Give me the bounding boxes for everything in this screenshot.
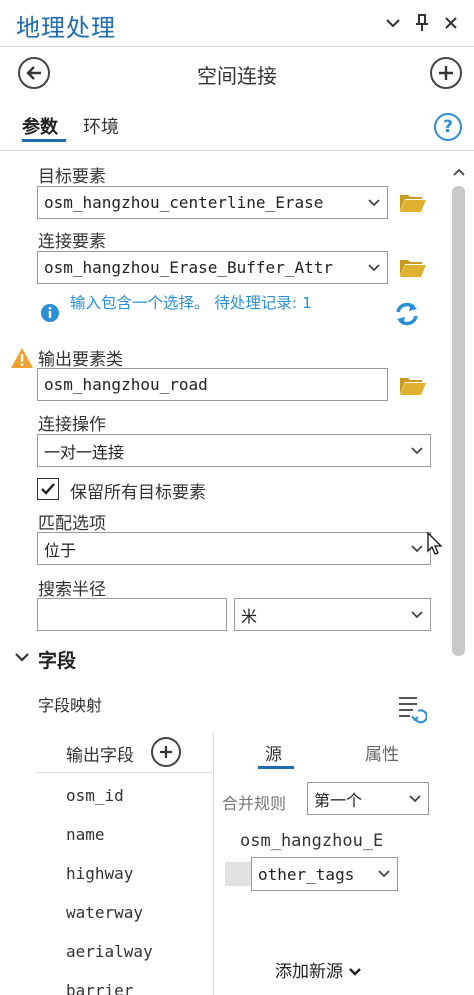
divider [0, 150, 474, 151]
close-icon[interactable] [440, 10, 462, 36]
checkmark-icon [41, 483, 55, 495]
join-operation-value: 一对一连接 [44, 442, 125, 462]
add-new-source-label: 添加新源 [275, 962, 343, 982]
tab-parameters[interactable]: 参数 [22, 113, 58, 139]
merge-rule-label: 合并规则 [222, 794, 287, 813]
merge-rule-value: 第一个 [314, 790, 363, 810]
selection-info-text: 输入包含一个选择。 待处理记录: 1 [70, 294, 312, 312]
column-divider [213, 733, 214, 995]
chevron-down-icon [349, 968, 362, 976]
join-features-select[interactable]: osm_hangzhou_Erase_Buffer_Attr [37, 251, 388, 284]
match-option-select[interactable]: 位于 [37, 532, 431, 565]
chevron-down-icon [368, 199, 380, 207]
match-option-label: 匹配选项 [38, 514, 106, 534]
output-fields-header: 输出字段 [66, 746, 134, 766]
row-divider [37, 772, 213, 773]
tab-environments[interactable]: 环境 [83, 113, 119, 139]
chevron-down-icon [411, 611, 423, 619]
output-field-item[interactable]: name [66, 825, 105, 844]
refresh-icon[interactable] [393, 300, 421, 332]
output-feature-class-label: 输出要素类 [38, 350, 123, 370]
merge-rule-select[interactable]: 第一个 [307, 782, 429, 815]
scrollbar-thumb[interactable] [452, 186, 465, 656]
tab-properties[interactable]: 属性 [365, 740, 399, 765]
output-field-item[interactable]: highway [66, 864, 133, 883]
search-radius-input[interactable] [37, 598, 227, 631]
folder-open-icon[interactable] [399, 374, 427, 400]
tab-active-indicator [258, 766, 294, 769]
keep-all-label: 保留所有目标要素 [70, 483, 206, 503]
chevron-down-icon [368, 264, 380, 272]
add-button[interactable] [430, 57, 462, 89]
folder-open-icon[interactable] [399, 256, 427, 282]
warning-icon [10, 347, 34, 373]
output-feature-class-value: osm_hangzhou_road [44, 375, 208, 394]
join-features-value: osm_hangzhou_Erase_Buffer_Attr [44, 258, 333, 277]
tool-title: 空间连接 [197, 64, 277, 88]
fields-section-title[interactable]: 字段 [38, 646, 76, 673]
plus-icon [439, 66, 453, 80]
search-radius-unit-value: 米 [241, 606, 258, 626]
output-field-item[interactable]: barrier [66, 981, 133, 995]
add-new-source-button[interactable]: 添加新源 [275, 957, 362, 982]
search-radius-label: 搜索半径 [38, 580, 106, 600]
field-map-options-icon[interactable] [397, 694, 428, 728]
target-features-label: 目标要素 [38, 167, 106, 187]
tab-source[interactable]: 源 [265, 740, 282, 765]
help-icon[interactable]: ? [434, 113, 462, 141]
join-features-label: 连接要素 [38, 232, 106, 252]
tab-active-indicator [22, 139, 66, 142]
output-field-item[interactable]: osm_id [66, 786, 124, 805]
join-operation-label: 连接操作 [38, 415, 106, 435]
source-field-select[interactable]: other_tags [251, 857, 398, 891]
join-operation-select[interactable]: 一对一连接 [37, 434, 431, 467]
chevron-down-icon [411, 545, 423, 553]
search-radius-unit-select[interactable]: 米 [234, 598, 431, 631]
keep-all-checkbox[interactable] [37, 478, 59, 500]
source-field-handle[interactable] [225, 862, 251, 886]
scroll-up-icon[interactable] [452, 162, 466, 181]
mouse-cursor-icon [426, 531, 444, 560]
source-name[interactable]: osm_hangzhou_E [240, 831, 383, 851]
field-map-label: 字段映射 [38, 696, 103, 715]
chevron-down-icon [411, 447, 423, 455]
add-field-button[interactable] [151, 737, 181, 767]
output-field-item[interactable]: waterway [66, 903, 143, 922]
chevron-down-icon [378, 870, 390, 878]
target-features-select[interactable]: osm_hangzhou_centerline_Erase [37, 186, 388, 219]
pin-icon[interactable] [411, 10, 433, 36]
output-feature-class-input[interactable]: osm_hangzhou_road [37, 368, 388, 401]
target-features-value: osm_hangzhou_centerline_Erase [44, 193, 324, 212]
folder-open-icon[interactable] [399, 191, 427, 217]
chevron-down-icon [409, 795, 421, 803]
match-option-value: 位于 [44, 540, 77, 560]
info-icon [40, 303, 60, 327]
output-field-item[interactable]: aerialway [66, 942, 153, 961]
plus-icon [160, 746, 172, 758]
collapse-chevron-icon[interactable] [14, 649, 30, 668]
divider [0, 46, 474, 47]
chevron-down-icon[interactable] [382, 10, 404, 36]
pane-title: 地理处理 [16, 14, 116, 42]
source-field-value: other_tags [258, 864, 355, 884]
